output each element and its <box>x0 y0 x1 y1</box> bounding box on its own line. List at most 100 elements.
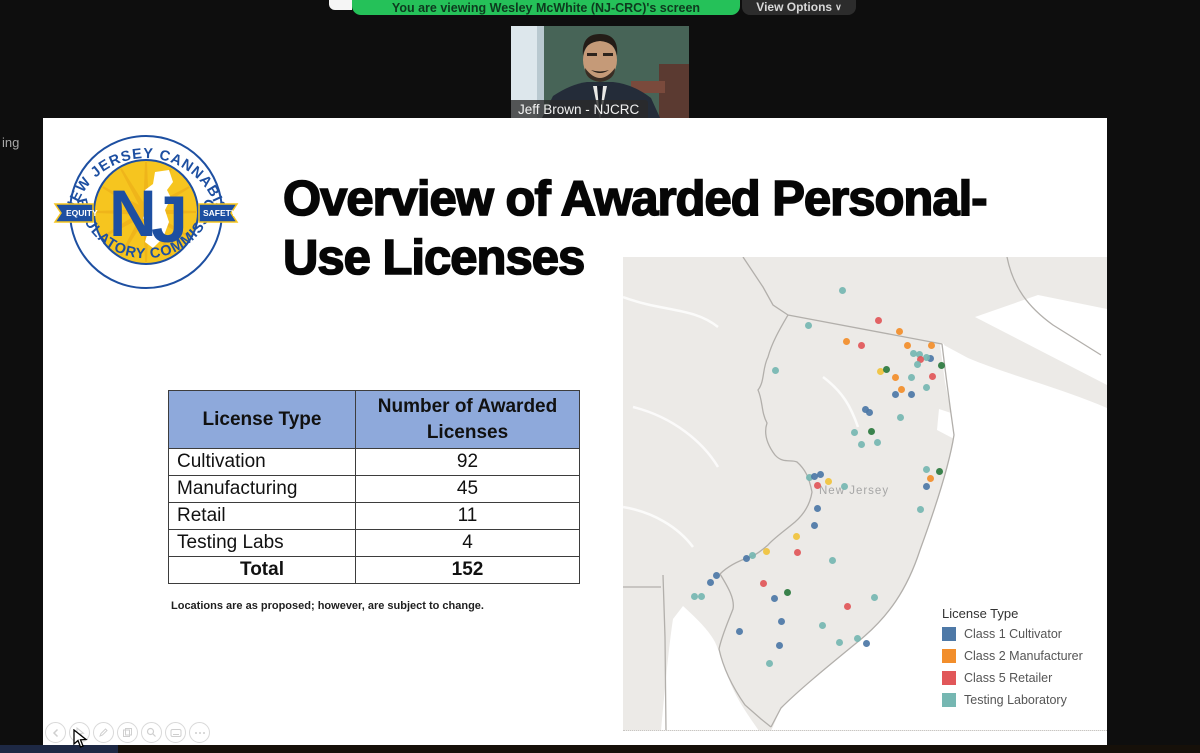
license-dot <box>763 548 770 555</box>
license-dot <box>928 342 935 349</box>
state-label: New Jersey <box>819 485 939 497</box>
license-dot <box>771 595 778 602</box>
license-dot <box>743 555 750 562</box>
license-dot <box>713 572 720 579</box>
legend-item: Class 5 Retailer <box>942 671 1083 685</box>
legend-label: Class 1 Cultivator <box>964 627 1062 641</box>
license-dot <box>811 522 818 529</box>
license-dot <box>829 557 836 564</box>
toolbar-notch <box>329 0 352 10</box>
license-map: New Jersey License Type Class 1 Cultivat… <box>623 257 1107 731</box>
license-dot <box>766 660 773 667</box>
license-dot <box>875 317 882 324</box>
license-dot <box>736 628 743 635</box>
license-dot <box>841 483 848 490</box>
pencil-icon <box>98 727 109 738</box>
slide-title-line1: Overview of Awarded Personal- <box>283 170 1103 229</box>
license-dot <box>874 439 881 446</box>
view-options-button[interactable]: View Options∨ <box>742 0 856 15</box>
chevron-down-icon: ∨ <box>835 2 842 12</box>
table-row: Cultivation92 <box>169 449 580 476</box>
license-dot <box>908 374 915 381</box>
license-dot <box>794 549 801 556</box>
cell-total-count: 152 <box>356 557 580 584</box>
more-button[interactable] <box>189 722 210 743</box>
zoom-button[interactable] <box>141 722 162 743</box>
license-dot <box>871 594 878 601</box>
license-dot <box>843 338 850 345</box>
license-dot <box>908 391 915 398</box>
participant-name-tag: Jeff Brown - NJCRC <box>511 100 648 120</box>
legend-label: Class 2 Manufacturer <box>964 649 1083 663</box>
more-icon <box>194 731 206 735</box>
njcrc-logo: N J NEW JERSEY CANNABIS REGULATORY COMMI… <box>53 130 239 303</box>
cell-count: 92 <box>356 449 580 476</box>
license-dot <box>778 618 785 625</box>
legend-swatch <box>942 671 956 685</box>
license-dot <box>892 391 899 398</box>
license-dot <box>897 414 904 421</box>
license-dot <box>858 441 865 448</box>
legend-item: Class 2 Manufacturer <box>942 649 1083 663</box>
legend-label: Testing Laboratory <box>964 693 1067 707</box>
license-dot <box>839 287 846 294</box>
card-icon <box>170 728 182 738</box>
svg-text:SAFETY: SAFETY <box>203 208 237 218</box>
safety-ribbon: SAFETY <box>199 204 237 222</box>
license-dot <box>896 328 903 335</box>
license-dot <box>851 429 858 436</box>
license-dot <box>825 478 832 485</box>
legend-swatch <box>942 627 956 641</box>
legend-item: Testing Laboratory <box>942 693 1083 707</box>
legend-swatch <box>942 693 956 707</box>
svg-text:EQUITY: EQUITY <box>66 208 98 218</box>
license-dot <box>776 642 783 649</box>
cell-license-type: Retail <box>169 503 356 530</box>
cell-license-type: Manufacturing <box>169 476 356 503</box>
license-dot <box>868 428 875 435</box>
license-dot <box>814 505 821 512</box>
table-footnote: Locations are as proposed; however, are … <box>171 600 484 612</box>
shared-slide: N J NEW JERSEY CANNABIS REGULATORY COMMI… <box>43 118 1107 745</box>
bottom-strip-accent <box>0 745 118 753</box>
cell-license-type: Testing Labs <box>169 530 356 557</box>
license-dot <box>707 579 714 586</box>
license-dot <box>923 354 930 361</box>
license-dot <box>923 466 930 473</box>
license-dot <box>844 603 851 610</box>
table-row: Retail11 <box>169 503 580 530</box>
license-dot <box>938 362 945 369</box>
cell-license-type: Cultivation <box>169 449 356 476</box>
license-dot <box>749 552 756 559</box>
table-row: Testing Labs4 <box>169 530 580 557</box>
license-dot <box>760 580 767 587</box>
license-dot <box>866 409 873 416</box>
license-dot <box>883 366 890 373</box>
magnifier-icon <box>146 727 157 738</box>
mouse-cursor <box>73 729 88 749</box>
license-dot <box>819 622 826 629</box>
license-dot <box>814 482 821 489</box>
license-dot <box>817 471 824 478</box>
screen: You are viewing Wesley McWhite (NJ-CRC)'… <box>0 0 1200 753</box>
annotation-toolbar <box>45 722 210 743</box>
cell-total-label: Total <box>169 557 356 584</box>
copy-button[interactable] <box>117 722 138 743</box>
legend-item: Class 1 Cultivator <box>942 627 1083 641</box>
map-legend: License Type Class 1 CultivatorClass 2 M… <box>942 606 1083 715</box>
license-dot <box>914 361 921 368</box>
annotate-button[interactable] <box>93 722 114 743</box>
license-dot <box>917 506 924 513</box>
participant-video[interactable]: Jeff Brown - NJCRC <box>511 26 689 120</box>
table-header-license-type: License Type <box>169 391 356 449</box>
license-table: License Type Number of Awarded Licenses … <box>168 390 580 584</box>
license-dot <box>805 322 812 329</box>
license-dot <box>854 635 861 642</box>
view-options-label: View Options <box>756 0 832 14</box>
license-dot <box>929 373 936 380</box>
back-button[interactable] <box>45 722 66 743</box>
slides-button[interactable] <box>165 722 186 743</box>
legend-swatch <box>942 649 956 663</box>
license-dot <box>923 483 930 490</box>
table-header-number: Number of Awarded Licenses <box>356 391 580 449</box>
